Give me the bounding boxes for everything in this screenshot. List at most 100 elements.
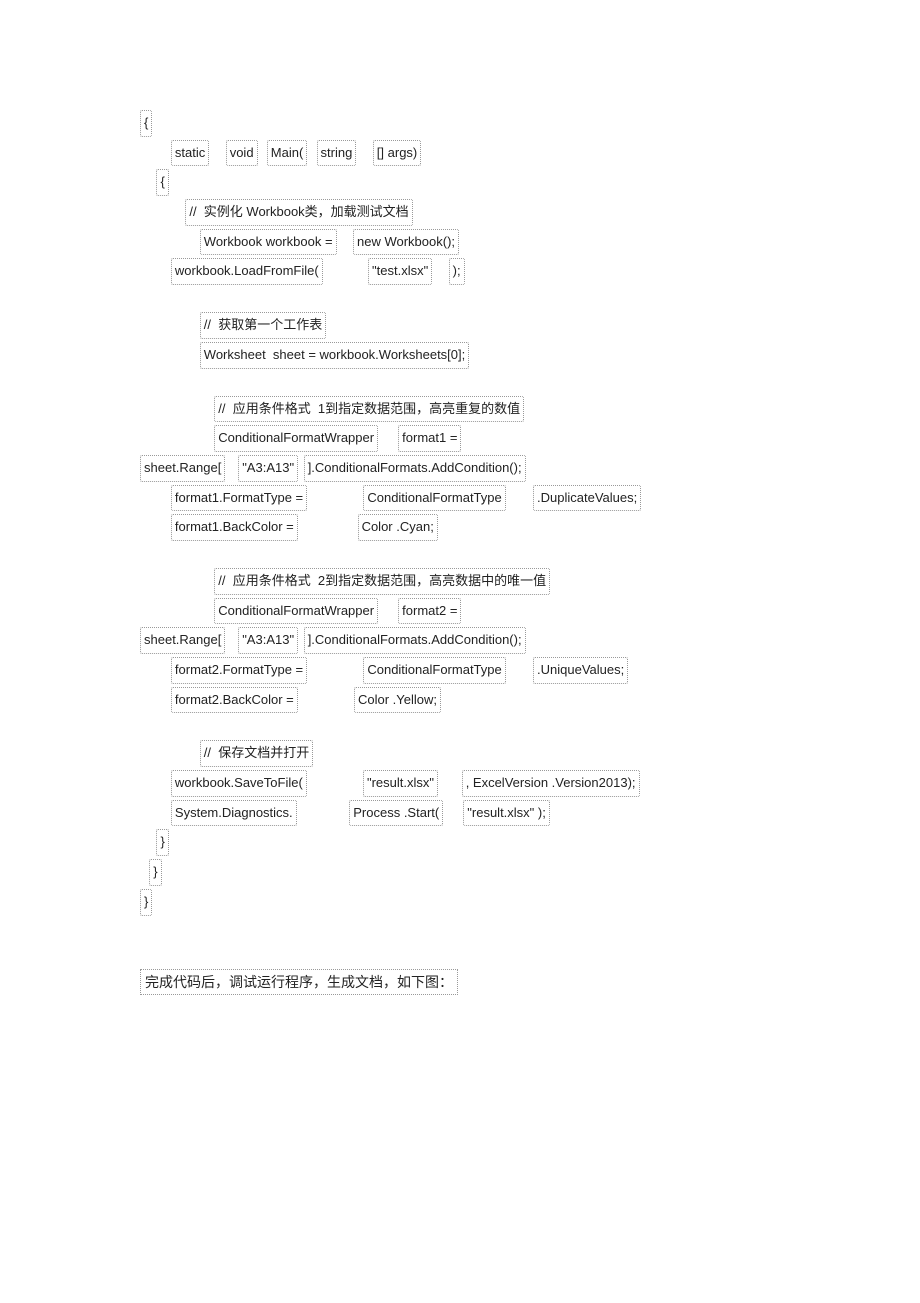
blank-line bbox=[140, 716, 780, 740]
indent bbox=[140, 800, 171, 827]
comment: // 实例化 Workbook类，加载测试文档 bbox=[185, 199, 412, 226]
space bbox=[298, 514, 358, 541]
code-line: sheet.Range[ "A3:A13" ].ConditionalForma… bbox=[140, 627, 780, 654]
call-processstart: Process .Start( bbox=[349, 800, 443, 827]
code-line: System.Diagnostics. Process .Start( "res… bbox=[140, 800, 780, 827]
blank-line bbox=[140, 544, 780, 568]
code-line: format2.BackColor = Color .Yellow; bbox=[140, 687, 780, 714]
call-addcondition: ].ConditionalFormats.AddCondition(); bbox=[304, 455, 526, 482]
code-line: format1.BackColor = Color .Cyan; bbox=[140, 514, 780, 541]
code-line: // 应用条件格式 2到指定数据范围，高亮数据中的唯一值 bbox=[140, 568, 780, 595]
code-line: // 获取第一个工作表 bbox=[140, 312, 780, 339]
document-page: { static void Main( string [] args) { // bbox=[0, 0, 920, 1095]
type-condformatwrapper: ConditionalFormatWrapper bbox=[214, 598, 378, 625]
indent bbox=[140, 312, 200, 339]
expr-backcolor: format2.BackColor = bbox=[171, 687, 298, 714]
keyword-static: static bbox=[171, 140, 209, 167]
code-block: { static void Main( string [] args) { // bbox=[140, 110, 780, 916]
space bbox=[378, 598, 398, 625]
indent bbox=[140, 169, 156, 196]
space bbox=[432, 258, 448, 285]
brace-close: } bbox=[156, 829, 168, 856]
comment: // 应用条件格式 2到指定数据范围，高亮数据中的唯一值 bbox=[214, 568, 550, 595]
code-line: { bbox=[140, 110, 780, 137]
comment: // 应用条件格式 1到指定数据范围，高亮重复的数值 bbox=[214, 396, 524, 423]
type-condformatwrapper: ConditionalFormatWrapper bbox=[214, 425, 378, 452]
comment: // 保存文档并打开 bbox=[200, 740, 313, 767]
method-main: Main( bbox=[267, 140, 308, 167]
indent bbox=[140, 740, 200, 767]
space bbox=[378, 425, 398, 452]
color-cyan: Color .Cyan; bbox=[358, 514, 438, 541]
space bbox=[307, 485, 363, 512]
space bbox=[298, 687, 354, 714]
string-literal: "A3:A13" bbox=[238, 455, 298, 482]
space bbox=[225, 455, 238, 482]
color-yellow: Color .Yellow; bbox=[354, 687, 441, 714]
var-format1: format1 = bbox=[398, 425, 461, 452]
space bbox=[323, 258, 368, 285]
call-loadfromfile: workbook.LoadFromFile( bbox=[171, 258, 323, 285]
indent bbox=[140, 229, 200, 256]
code-line: workbook.LoadFromFile( "test.xlsx" ); bbox=[140, 258, 780, 285]
type-condformattype: ConditionalFormatType bbox=[363, 485, 505, 512]
brace-open: { bbox=[156, 169, 168, 196]
type-condformattype: ConditionalFormatType bbox=[363, 657, 505, 684]
indent bbox=[140, 199, 185, 226]
type-string: string bbox=[317, 140, 357, 167]
space bbox=[438, 770, 462, 797]
code-line: // 保存文档并打开 bbox=[140, 740, 780, 767]
expr-sheetrange: sheet.Range[ bbox=[140, 455, 225, 482]
expr-worksheet: Worksheet sheet = workbook.Worksheets[0]… bbox=[200, 342, 469, 369]
code-line: sheet.Range[ "A3:A13" ].ConditionalForma… bbox=[140, 455, 780, 482]
brace-open: { bbox=[140, 110, 152, 137]
expr-new-workbook: new Workbook(); bbox=[353, 229, 459, 256]
code-line: } bbox=[140, 859, 780, 886]
space bbox=[506, 657, 533, 684]
indent bbox=[140, 598, 214, 625]
paren-close: ); bbox=[449, 258, 465, 285]
code-line: ConditionalFormatWrapper format1 = bbox=[140, 425, 780, 452]
comment: // 获取第一个工作表 bbox=[200, 312, 326, 339]
indent bbox=[140, 657, 171, 684]
blank-line bbox=[140, 288, 780, 312]
indent bbox=[140, 140, 171, 167]
call-addcondition: ].ConditionalFormats.AddCondition(); bbox=[304, 627, 526, 654]
space bbox=[298, 627, 304, 654]
call-diagnostics: System.Diagnostics. bbox=[171, 800, 297, 827]
space bbox=[506, 485, 533, 512]
space bbox=[209, 140, 225, 167]
code-line: // 应用条件格式 1到指定数据范围，高亮重复的数值 bbox=[140, 396, 780, 423]
code-line: static void Main( string [] args) bbox=[140, 140, 780, 167]
space bbox=[356, 140, 372, 167]
brace-close: } bbox=[140, 889, 152, 916]
code-line: ConditionalFormatWrapper format2 = bbox=[140, 598, 780, 625]
space bbox=[258, 140, 267, 167]
indent bbox=[140, 829, 156, 856]
indent bbox=[140, 687, 171, 714]
space bbox=[307, 770, 363, 797]
indent bbox=[140, 770, 171, 797]
expr-formattype: format2.FormatType = bbox=[171, 657, 307, 684]
indent bbox=[140, 425, 214, 452]
indent bbox=[140, 568, 214, 595]
code-line: } bbox=[140, 829, 780, 856]
param-args: [] args) bbox=[373, 140, 421, 167]
space bbox=[307, 140, 316, 167]
code-line: format2.FormatType = ConditionalFormatTy… bbox=[140, 657, 780, 684]
space bbox=[337, 229, 353, 256]
space bbox=[307, 657, 363, 684]
code-line: workbook.SaveToFile( "result.xlsx" , Exc… bbox=[140, 770, 780, 797]
string-literal: "A3:A13" bbox=[238, 627, 298, 654]
call-savetofile: workbook.SaveToFile( bbox=[171, 770, 307, 797]
blank-line bbox=[140, 372, 780, 396]
indent bbox=[140, 485, 171, 512]
arg-excelversion: , ExcelVersion .Version2013); bbox=[462, 770, 640, 797]
space bbox=[443, 800, 463, 827]
keyword-void: void bbox=[226, 140, 258, 167]
string-literal: "test.xlsx" bbox=[368, 258, 432, 285]
code-line: Workbook workbook = new Workbook(); bbox=[140, 229, 780, 256]
footer-description: 完成代码后，调试运行程序，生成文档，如下图： bbox=[140, 969, 458, 995]
indent bbox=[140, 396, 214, 423]
expr-workbook-decl: Workbook workbook = bbox=[200, 229, 337, 256]
